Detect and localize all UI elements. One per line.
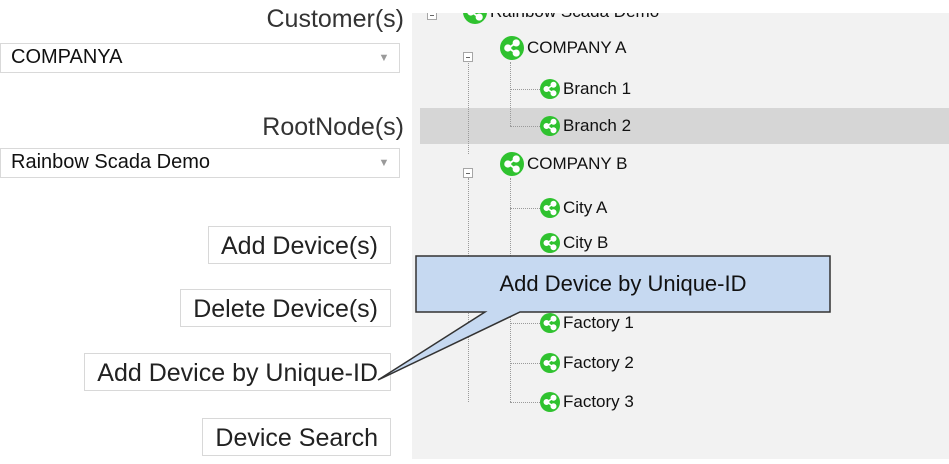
add-devices-button[interactable]: Add Device(s) bbox=[208, 226, 391, 264]
tree-node-label: COMPANY B bbox=[527, 154, 628, 173]
tree-connector bbox=[510, 126, 540, 127]
rootnode-select[interactable]: Rainbow Scada Demo ▼ bbox=[0, 148, 400, 178]
tree-node-city-a[interactable]: City A bbox=[540, 198, 607, 218]
share-icon bbox=[540, 233, 560, 253]
tree-node-factory-1[interactable]: Factory 1 bbox=[540, 313, 634, 333]
triangle-down-icon: ▼ bbox=[378, 52, 390, 64]
tree-connector bbox=[510, 208, 540, 209]
collapse-minus-icon[interactable] bbox=[463, 168, 473, 178]
tree-connector bbox=[510, 89, 540, 90]
tree-node-city-b[interactable]: City B bbox=[540, 233, 608, 253]
share-icon bbox=[540, 198, 560, 218]
share-icon bbox=[540, 392, 560, 412]
tree-node-factory-2[interactable]: Factory 2 bbox=[540, 353, 634, 373]
customer-select[interactable]: COMPANYA ▼ bbox=[0, 43, 400, 73]
tree-connector bbox=[468, 56, 469, 154]
tree-connector bbox=[510, 323, 540, 324]
delete-devices-button[interactable]: Delete Device(s) bbox=[180, 289, 391, 327]
tree-node-label: Factory 3 bbox=[563, 392, 634, 411]
selected-row-highlight bbox=[420, 108, 949, 144]
share-icon bbox=[540, 79, 560, 99]
triangle-down-icon: ▼ bbox=[378, 157, 390, 169]
tree-top-clip bbox=[412, 0, 949, 13]
tree-connector bbox=[510, 62, 511, 126]
customer-select-value: COMPANYA bbox=[11, 46, 123, 68]
tree-node-company-a[interactable]: COMPANY A bbox=[500, 36, 627, 60]
tree-node-label: Factory 1 bbox=[563, 313, 634, 332]
tree-node-label: Branch 2 bbox=[563, 116, 632, 135]
tree-node-label: Factory 2 bbox=[563, 353, 634, 372]
tree-node-label: City B bbox=[563, 233, 609, 252]
customer-label: Customer(s) bbox=[266, 5, 404, 33]
tree-node-label: COMPANY A bbox=[527, 38, 627, 57]
device-search-button[interactable]: Device Search bbox=[202, 418, 391, 456]
device-tree: Rainbow Scada Demo COMPANY A Branch 1 Br… bbox=[412, 0, 949, 459]
tree-node-label: Branch 1 bbox=[563, 79, 632, 98]
tree-node-factory-3[interactable]: Factory 3 bbox=[540, 392, 634, 412]
collapse-minus-icon[interactable] bbox=[463, 52, 473, 62]
share-icon bbox=[500, 152, 524, 176]
tree-connector bbox=[468, 178, 469, 402]
share-icon bbox=[540, 353, 560, 373]
rootnode-label: RootNode(s) bbox=[262, 113, 404, 141]
tree-connector bbox=[510, 178, 511, 402]
tree-node-branch-1[interactable]: Branch 1 bbox=[540, 79, 631, 99]
share-icon bbox=[540, 116, 560, 136]
share-icon bbox=[500, 36, 524, 60]
share-icon bbox=[540, 313, 560, 333]
tree-node-label: City A bbox=[563, 198, 608, 217]
rootnode-select-value: Rainbow Scada Demo bbox=[11, 151, 210, 173]
add-device-by-unique-id-button[interactable]: Add Device by Unique-ID bbox=[84, 353, 391, 391]
tree-node-branch-2[interactable]: Branch 2 bbox=[540, 116, 631, 136]
tree-connector bbox=[510, 402, 540, 403]
tree-node-company-b[interactable]: COMPANY B bbox=[500, 152, 627, 176]
tree-connector bbox=[510, 363, 540, 364]
